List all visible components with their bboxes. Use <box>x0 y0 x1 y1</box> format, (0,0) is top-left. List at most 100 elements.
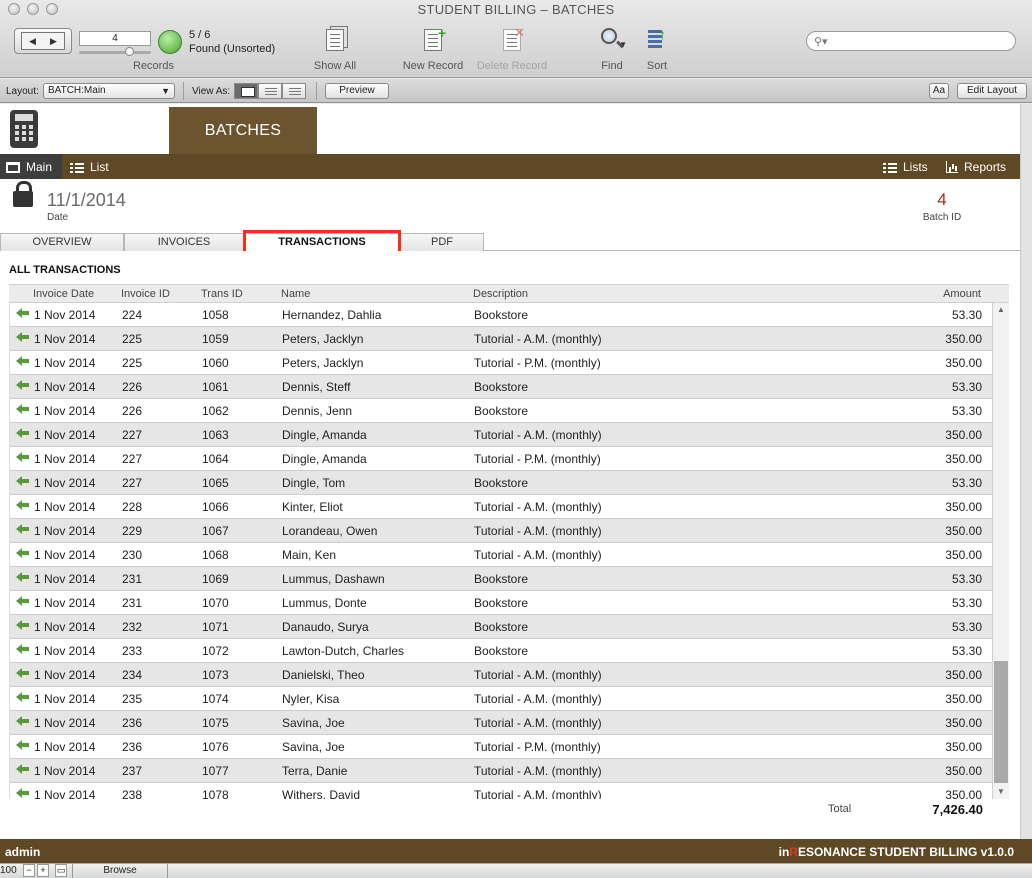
next-record-icon[interactable]: ▶ <box>50 36 57 47</box>
cell-amount: 53.30 <box>951 620 982 634</box>
module-tab-batches[interactable]: BATCHES <box>169 107 317 154</box>
table-row[interactable]: 1 Nov 2014 227 1063 Dingle, Amanda Tutorial … <box>10 423 992 447</box>
lock-icon[interactable] <box>13 181 33 207</box>
record-nav-book-icon[interactable]: ◀ ▶ <box>14 28 72 54</box>
find-button[interactable]: ▼ Find <box>597 28 627 72</box>
cell-amount: 350.00 <box>945 740 982 754</box>
table-row[interactable]: 1 Nov 2014 235 1074 Nyler, Kisa Tutorial - A… <box>10 687 992 711</box>
cell-trans-id: 1063 <box>202 428 229 442</box>
column-header-trans-id[interactable]: Trans ID <box>201 288 243 300</box>
show-all-button[interactable]: Show All <box>310 26 360 72</box>
nav-lists-button[interactable]: Lists <box>883 160 928 174</box>
go-to-record-arrow-icon[interactable] <box>16 306 30 318</box>
table-row[interactable]: 1 Nov 2014 225 1059 Peters, Jacklyn Tutorial… <box>10 327 992 351</box>
go-to-record-arrow-icon[interactable] <box>16 618 30 630</box>
layout-select[interactable]: BATCH:Main ▼ <box>43 83 175 99</box>
nav-list-button[interactable]: List <box>70 160 109 174</box>
edit-layout-button[interactable]: Edit Layout <box>957 83 1027 99</box>
go-to-record-arrow-icon[interactable] <box>16 666 30 678</box>
find-label: Find <box>601 60 623 72</box>
current-record-input[interactable]: 4 <box>79 31 151 46</box>
window-title: STUDENT BILLING – BATCHES <box>417 2 615 17</box>
delete-record-button[interactable]: ✕ Delete Record <box>474 25 550 72</box>
form-view-button[interactable] <box>234 83 258 99</box>
cell-invoice-id: 227 <box>122 452 143 466</box>
table-row[interactable]: 1 Nov 2014 226 1062 Dennis, Jenn Bookstore 53… <box>10 399 992 423</box>
go-to-record-arrow-icon[interactable] <box>16 474 30 486</box>
scroll-down-icon[interactable]: ▼ <box>993 785 1009 799</box>
go-to-record-arrow-icon[interactable] <box>16 570 30 582</box>
table-row[interactable]: 1 Nov 2014 231 1070 Lummus, Donte Bookstore 5… <box>10 591 992 615</box>
go-to-record-arrow-icon[interactable] <box>16 690 30 702</box>
go-to-record-arrow-icon[interactable] <box>16 594 30 606</box>
column-header-invoice-id[interactable]: Invoice ID <box>121 288 170 300</box>
table-row[interactable]: 1 Nov 2014 238 1078 Withers, David Tutorial … <box>10 783 992 799</box>
list-view-button[interactable] <box>258 83 282 99</box>
toggle-status-toolbar-button[interactable]: ▭ <box>55 864 67 877</box>
record-slider-knob[interactable] <box>125 47 134 56</box>
nav-main-button[interactable]: Main <box>6 160 52 174</box>
go-to-record-arrow-icon[interactable] <box>16 714 30 726</box>
go-to-record-arrow-icon[interactable] <box>16 642 30 654</box>
cell-amount: 350.00 <box>945 500 982 514</box>
prev-record-icon[interactable]: ◀ <box>29 36 36 47</box>
table-row[interactable]: 1 Nov 2014 229 1067 Lorandeau, Owen Tutorial… <box>10 519 992 543</box>
scrollbar-thumb[interactable] <box>994 661 1008 783</box>
footer-bar: admin inRESONANCE STUDENT BILLING v1.0.0 <box>0 839 1032 863</box>
go-to-record-arrow-icon[interactable] <box>16 426 30 438</box>
table-row[interactable]: 1 Nov 2014 233 1072 Lawton-Dutch, Charles Bo… <box>10 639 992 663</box>
table-row[interactable]: 1 Nov 2014 226 1061 Dennis, Steff Bookstore 5… <box>10 375 992 399</box>
table-row[interactable]: 1 Nov 2014 230 1068 Main, Ken Tutorial - A.M… <box>10 543 992 567</box>
text-formatting-button[interactable]: Aa <box>929 83 949 99</box>
table-view-button[interactable] <box>282 83 306 99</box>
cell-trans-id: 1077 <box>202 764 229 778</box>
scroll-up-icon[interactable]: ▲ <box>993 303 1009 317</box>
table-row[interactable]: 1 Nov 2014 234 1073 Danielski, Theo Tutorial… <box>10 663 992 687</box>
tab-overview[interactable]: OVERVIEW <box>0 233 124 251</box>
vertical-scrollbar[interactable]: ▲ ▼ <box>992 303 1009 799</box>
preview-button[interactable]: Preview <box>325 83 389 99</box>
table-row[interactable]: 1 Nov 2014 232 1071 Danaudo, Surya Bookstore… <box>10 615 992 639</box>
table-row[interactable]: 1 Nov 2014 228 1066 Kinter, Eliot Tutorial -… <box>10 495 992 519</box>
go-to-record-arrow-icon[interactable] <box>16 330 30 342</box>
zoom-out-button[interactable]: − <box>23 864 35 877</box>
go-to-record-arrow-icon[interactable] <box>16 402 30 414</box>
table-row[interactable]: 1 Nov 2014 236 1076 Savina, Joe Tutorial - P… <box>10 735 992 759</box>
sort-button[interactable]: ↑ Sort <box>642 26 672 72</box>
table-row[interactable]: 1 Nov 2014 227 1065 Dingle, Tom Bookstore 53.… <box>10 471 992 495</box>
go-to-record-arrow-icon[interactable] <box>16 546 30 558</box>
go-to-record-arrow-icon[interactable] <box>16 354 30 366</box>
go-to-record-arrow-icon[interactable] <box>16 378 30 390</box>
table-row[interactable]: 1 Nov 2014 236 1075 Savina, Joe Tutorial - A… <box>10 711 992 735</box>
go-to-record-arrow-icon[interactable] <box>16 762 30 774</box>
nav-reports-button[interactable]: Reports <box>946 160 1006 174</box>
table-row[interactable]: 1 Nov 2014 224 1058 Hernandez, Dahlia Bookst… <box>10 303 992 327</box>
cell-invoice-id: 235 <box>122 692 143 706</box>
tab-invoices[interactable]: INVOICES <box>124 233 244 251</box>
go-to-record-arrow-icon[interactable] <box>16 786 30 798</box>
column-header-name[interactable]: Name <box>281 288 310 300</box>
go-to-record-arrow-icon[interactable] <box>16 450 30 462</box>
column-header-amount[interactable]: Amount <box>943 288 981 300</box>
go-to-record-arrow-icon[interactable] <box>16 522 30 534</box>
cell-name: Withers, David <box>282 788 361 799</box>
zoom-in-button[interactable]: + <box>37 864 49 877</box>
window-icon <box>6 161 20 173</box>
go-to-record-arrow-icon[interactable] <box>16 738 30 750</box>
zoom-level[interactable]: 100 <box>0 865 17 876</box>
table-row[interactable]: 1 Nov 2014 225 1060 Peters, Jacklyn Tutorial… <box>10 351 992 375</box>
tab-pdf[interactable]: PDF <box>400 233 484 251</box>
table-row[interactable]: 1 Nov 2014 227 1064 Dingle, Amanda Tutorial … <box>10 447 992 471</box>
go-to-record-arrow-icon[interactable] <box>16 498 30 510</box>
column-header-invoice-date[interactable]: Invoice Date <box>33 288 94 300</box>
mode-popup[interactable]: Browse <box>72 864 168 878</box>
record-slider[interactable] <box>79 47 151 56</box>
column-header-description[interactable]: Description <box>473 288 528 300</box>
table-row[interactable]: 1 Nov 2014 231 1069 Lummus, Dashawn Bookstor… <box>10 567 992 591</box>
cell-amount: 350.00 <box>945 548 982 562</box>
table-row[interactable]: 1 Nov 2014 237 1077 Terra, Danie Tutorial - … <box>10 759 992 783</box>
quick-find-search-input[interactable]: ⚲▾ <box>806 31 1016 51</box>
cell-name: Savina, Joe <box>282 740 345 754</box>
batch-date-value[interactable]: 11/1/2014 <box>47 190 126 211</box>
new-record-button[interactable]: + New Record <box>400 25 466 72</box>
